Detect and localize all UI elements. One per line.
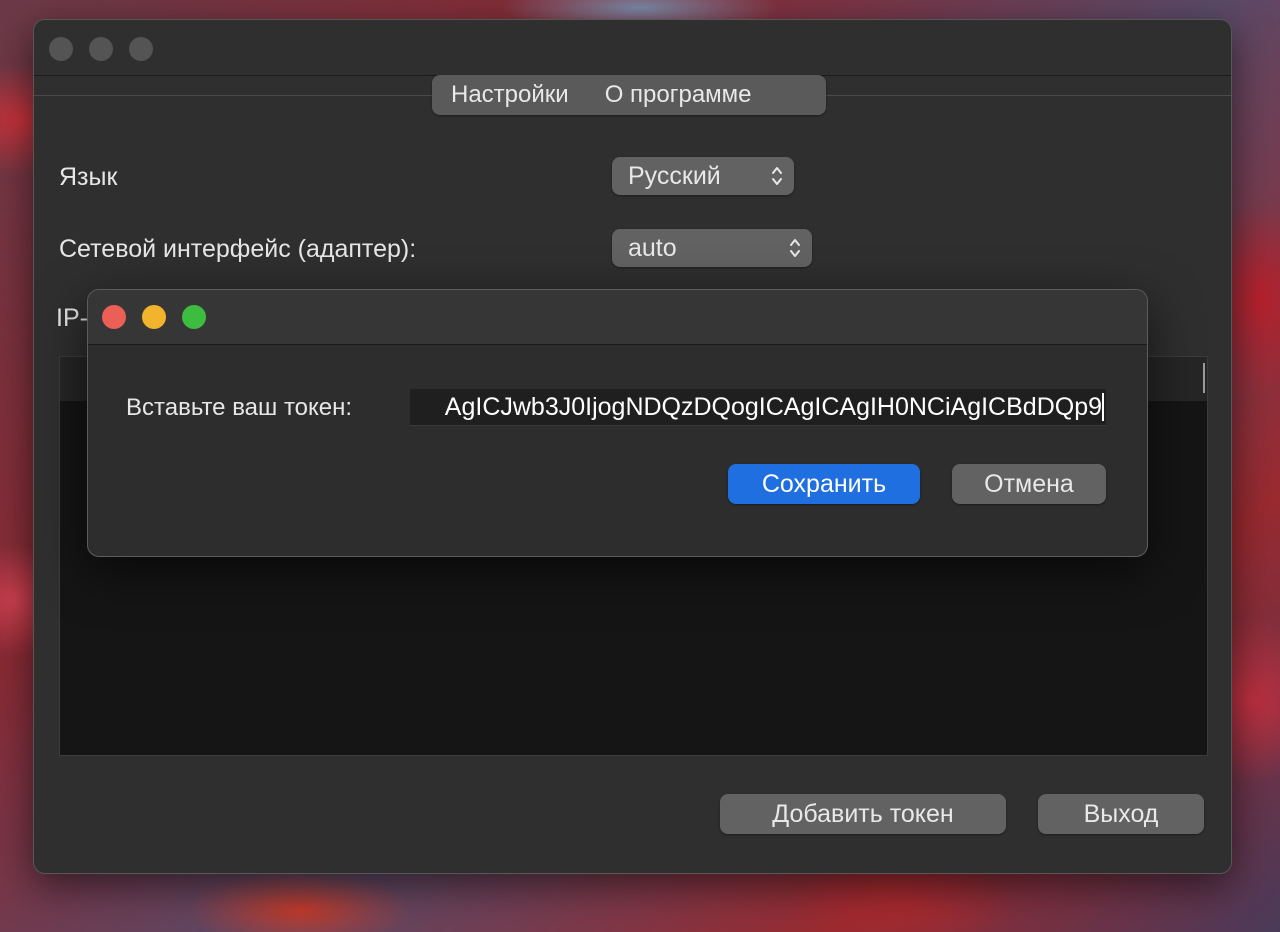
minimize-button[interactable] [142, 305, 166, 329]
add-token-button[interactable]: Добавить токен [720, 794, 1006, 834]
close-button[interactable] [102, 305, 126, 329]
network-interface-select-value: auto [628, 234, 677, 262]
text-caret [1102, 393, 1104, 421]
tab-about[interactable]: О программе [587, 75, 770, 115]
language-select-value: Русский [628, 162, 721, 190]
cancel-button[interactable]: Отмена [952, 464, 1106, 504]
minimize-button-inactive[interactable] [89, 37, 113, 61]
language-select[interactable]: Русский [612, 157, 794, 195]
column-separator[interactable] [1203, 363, 1205, 393]
close-button-inactive[interactable] [49, 37, 73, 61]
token-input-value: AgICJwb3J0IjogNDQzDQogICAgICAgIH0NCiAgIC… [444, 393, 1102, 421]
tab-settings[interactable]: Настройки [432, 75, 587, 115]
token-input[interactable]: AgICJwb3J0IjogNDQzDQogICAgICAgIH0NCiAgIC… [410, 389, 1106, 426]
tab-bar: Настройки О программе [432, 75, 826, 115]
zoom-button-inactive[interactable] [129, 37, 153, 61]
network-interface-label: Сетевой интерфейс (адаптер): [59, 235, 417, 263]
chevron-up-down-icon [790, 239, 800, 257]
token-prompt-label: Вставьте ваш токен: [126, 394, 353, 421]
chevron-up-down-icon [772, 167, 782, 185]
language-label: Язык [59, 163, 118, 191]
main-titlebar [34, 20, 1231, 76]
exit-button[interactable]: Выход [1038, 794, 1204, 834]
save-button[interactable]: Сохранить [728, 464, 920, 504]
token-dialog: Вставьте ваш токен: AgICJwb3J0IjogNDQzDQ… [87, 289, 1148, 557]
dialog-titlebar [88, 290, 1147, 345]
ip-label: IP- [56, 304, 88, 332]
network-interface-select[interactable]: auto [612, 229, 812, 267]
zoom-button[interactable] [182, 305, 206, 329]
